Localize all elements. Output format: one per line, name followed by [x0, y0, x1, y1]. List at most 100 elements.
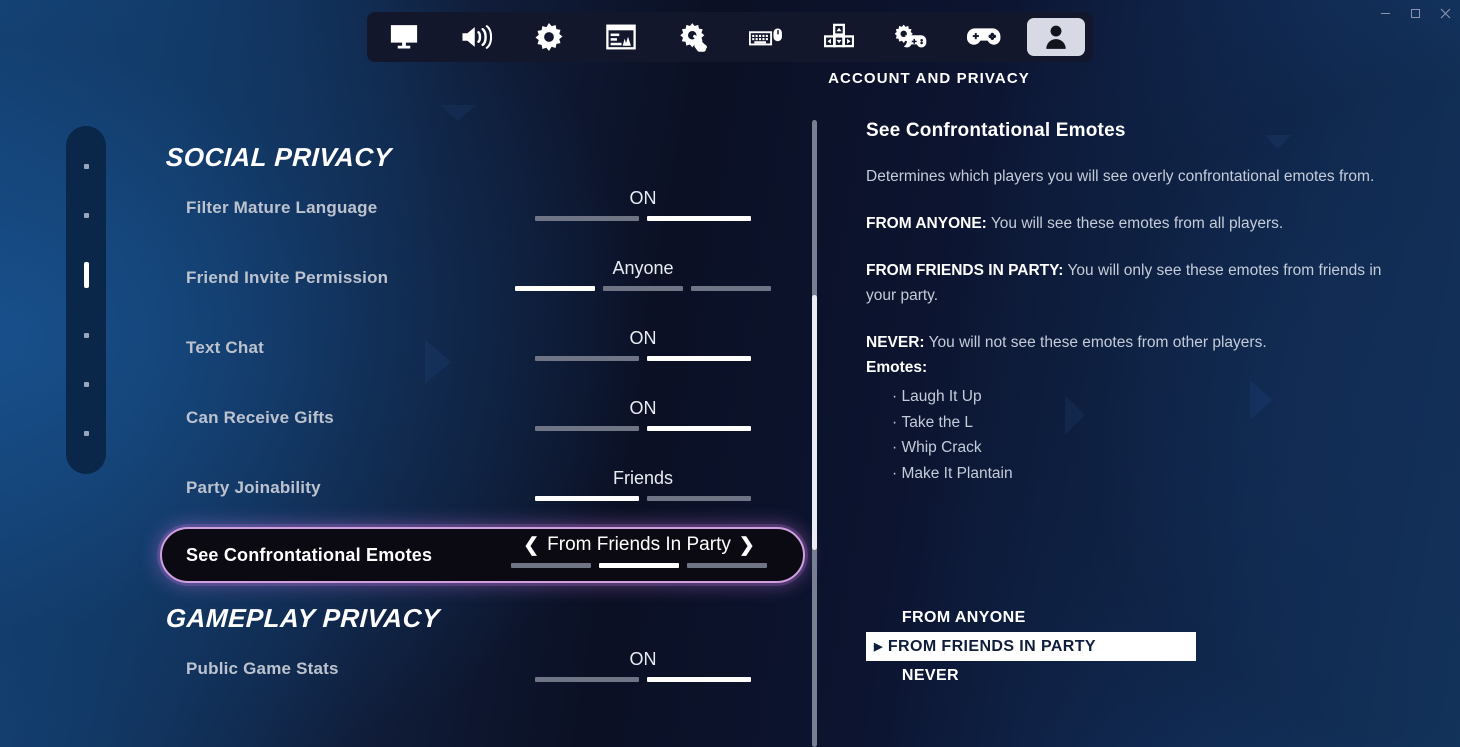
segment: [511, 563, 591, 568]
segment: [535, 356, 639, 361]
info-from-friends-label: FROM FRIENDS IN PARTY:: [866, 262, 1063, 279]
segment-active: [515, 286, 595, 291]
setting-label: Text Chat: [186, 338, 264, 358]
maximize-icon[interactable]: [1400, 0, 1430, 26]
segment-indicator: [493, 496, 793, 501]
section-title-gameplay-privacy: GAMEPLAY PRIVACY: [165, 603, 816, 634]
setting-label: See Confrontational Emotes: [186, 545, 432, 566]
setting-row-filter-mature-language[interactable]: Filter Mature Language ON: [150, 173, 815, 243]
segment: [603, 286, 683, 291]
info-never-label: NEVER:: [866, 334, 925, 351]
settings-scrollbar-thumb[interactable]: [812, 295, 817, 550]
segment: [691, 286, 771, 291]
setting-control[interactable]: ON: [493, 645, 793, 693]
info-title: See Confrontational Emotes: [866, 120, 1411, 142]
page-rail-dot-2[interactable]: [84, 213, 89, 218]
chevron-right-icon[interactable]: ❯: [739, 536, 755, 555]
option-never[interactable]: ▶ NEVER: [866, 661, 1196, 690]
account-person-icon: [1044, 24, 1068, 50]
setting-value: ON: [630, 328, 657, 349]
segment: [647, 496, 751, 501]
setting-value: Friends: [613, 468, 673, 489]
hud-layout-icon: [606, 23, 636, 51]
segment-indicator: [489, 563, 789, 568]
setting-label: Filter Mature Language: [186, 198, 377, 218]
info-from-friends: FROM FRIENDS IN PARTY: You will only see…: [866, 258, 1411, 308]
tab-account-and-privacy[interactable]: [1027, 18, 1085, 56]
segment: [535, 677, 639, 682]
close-icon[interactable]: [1430, 0, 1460, 26]
section-title-social-privacy: SOCIAL PRIVACY: [165, 142, 816, 173]
segment-active: [647, 356, 751, 361]
setting-control[interactable]: ON: [493, 394, 793, 442]
option-from-anyone[interactable]: ▶ FROM ANYONE: [866, 603, 1196, 632]
keyboard-mouse-icon: [749, 24, 783, 50]
list-item: Whip Crack: [892, 435, 1411, 461]
window-controls: [1370, 0, 1460, 26]
tab-controller[interactable]: [955, 18, 1013, 56]
segment-indicator: [493, 356, 793, 361]
setting-row-see-confrontational-emotes-selected[interactable]: See Confrontational Emotes ❮ From Friend…: [160, 527, 805, 583]
setting-value: Anyone: [612, 258, 673, 279]
info-emote-list: Laugh It Up Take the L Whip Crack Make I…: [892, 384, 1411, 486]
info-panel: See Confrontational Emotes Determines wh…: [866, 120, 1411, 747]
accessibility-touch-icon: [679, 22, 709, 52]
segment-active: [535, 496, 639, 501]
caret-icon: ▶: [874, 640, 883, 653]
page-rail-dot-3-active[interactable]: [84, 262, 89, 288]
page-rail-dot-4[interactable]: [84, 333, 89, 338]
segment: [535, 426, 639, 431]
segment-active: [647, 426, 751, 431]
tab-video[interactable]: [375, 18, 433, 56]
setting-value: ON: [630, 649, 657, 670]
segment-indicator: [493, 216, 793, 221]
active-tab-title: ACCOUNT AND PRIVACY: [199, 70, 1460, 87]
setting-row-can-receive-gifts[interactable]: Can Receive Gifts ON: [150, 383, 815, 453]
segment-active: [647, 216, 751, 221]
settings-scrollbar-track[interactable]: [812, 120, 817, 747]
chevron-left-icon[interactable]: ❮: [523, 536, 539, 555]
segment-active: [599, 563, 679, 568]
tab-key-bindings[interactable]: [810, 18, 868, 56]
list-item: Make It Plantain: [892, 461, 1411, 487]
gear-icon: [534, 22, 564, 52]
tab-accessibility[interactable]: [665, 18, 723, 56]
info-never: NEVER: You will not see these emotes fro…: [866, 330, 1411, 380]
segment: [687, 563, 767, 568]
setting-row-text-chat[interactable]: Text Chat ON: [150, 313, 815, 383]
tab-audio[interactable]: [447, 18, 505, 56]
info-from-anyone-text: You will see these emotes from all playe…: [987, 215, 1283, 232]
info-from-anyone-label: FROM ANYONE:: [866, 215, 987, 232]
tab-game[interactable]: [520, 18, 578, 56]
setting-row-public-game-stats[interactable]: Public Game Stats ON: [150, 634, 815, 704]
info-intro: Determines which players you will see ov…: [866, 164, 1411, 189]
tab-controller-options[interactable]: [882, 18, 940, 56]
setting-row-party-joinability[interactable]: Party Joinability Friends: [150, 453, 815, 523]
setting-row-friend-invite-permission[interactable]: Friend Invite Permission Anyone: [150, 243, 815, 313]
minimize-icon[interactable]: [1370, 0, 1400, 26]
setting-label: Party Joinability: [186, 478, 321, 498]
controller-icon: [967, 24, 1001, 50]
keybinds-icon: [824, 23, 854, 51]
info-emotes-label: Emotes:: [866, 359, 927, 376]
setting-control[interactable]: Friends: [493, 464, 793, 512]
option-label: FROM ANYONE: [902, 609, 1026, 627]
monitor-icon: [389, 22, 419, 52]
tab-keyboard-and-mouse[interactable]: [737, 18, 795, 56]
setting-control[interactable]: Anyone: [493, 254, 793, 302]
page-rail-dot-1[interactable]: [84, 164, 89, 169]
setting-control[interactable]: ❮ From Friends In Party ❯: [489, 531, 789, 579]
info-never-text: You will not see these emotes from other…: [925, 334, 1267, 351]
setting-label: Can Receive Gifts: [186, 408, 334, 428]
page-rail[interactable]: [66, 126, 106, 474]
setting-control[interactable]: ON: [493, 184, 793, 232]
setting-label: Public Game Stats: [186, 659, 339, 679]
page-rail-dot-5[interactable]: [84, 382, 89, 387]
option-label: NEVER: [902, 667, 959, 685]
option-from-friends-in-party-selected[interactable]: ▶ FROM FRIENDS IN PARTY: [866, 632, 1196, 661]
page-rail-dot-6[interactable]: [84, 431, 89, 436]
setting-control[interactable]: ON: [493, 324, 793, 372]
segment-active: [647, 677, 751, 682]
tab-brightness-and-ui[interactable]: [592, 18, 650, 56]
setting-value: From Friends In Party: [547, 534, 731, 556]
